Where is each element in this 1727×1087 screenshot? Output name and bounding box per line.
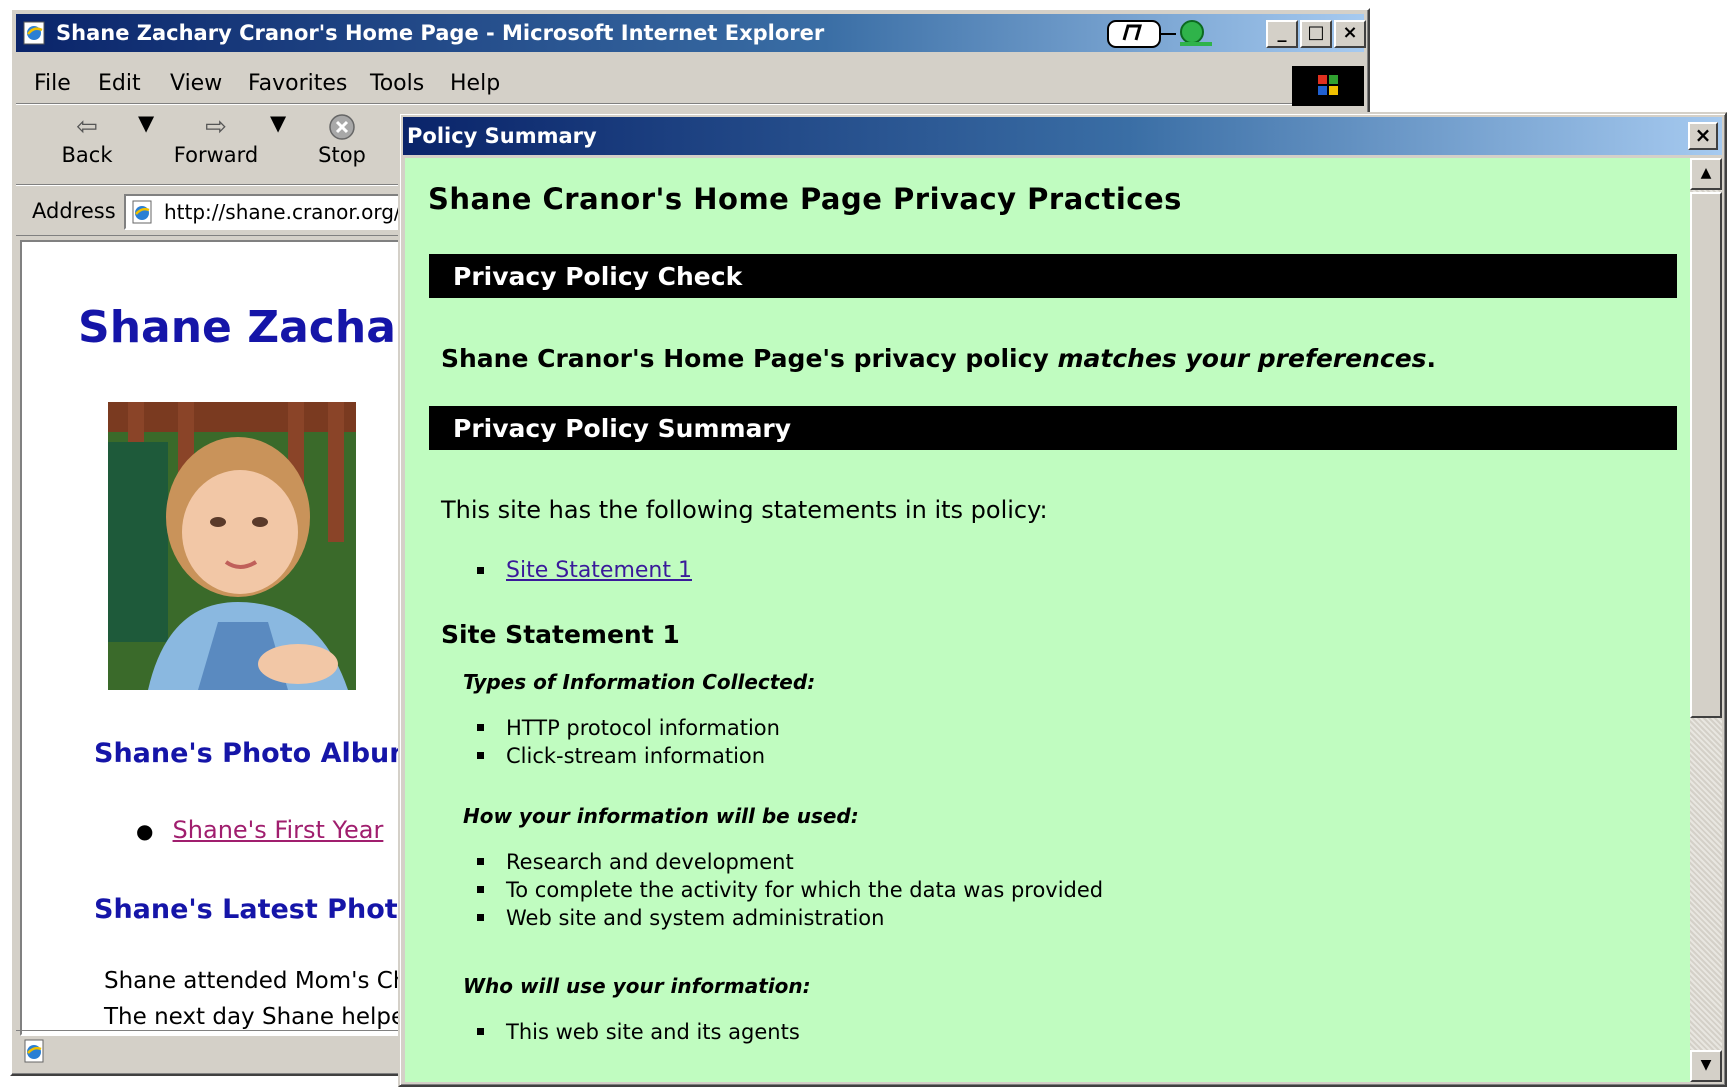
maximize-button[interactable]: □ — [1300, 20, 1332, 48]
policy-match-result: Shane Cranor's Home Page's privacy polic… — [441, 344, 1437, 373]
bullet-icon — [477, 885, 484, 893]
latest-photos-heading: Shane's Latest Photos — [94, 894, 433, 925]
stop-icon — [312, 111, 372, 143]
forward-arrow-icon: ⇨ — [205, 112, 227, 142]
who-heading: Who will use your information: — [463, 974, 811, 998]
windows-flag-icon — [1318, 75, 1338, 95]
scroll-thumb[interactable] — [1690, 192, 1722, 718]
paragraph-line-2: The next day Shane helpe — [104, 1004, 406, 1030]
match-emphasis: matches your preferences — [1057, 344, 1427, 373]
list-item: To complete the activity for which the d… — [477, 878, 1103, 902]
list-item: Web site and system administration — [477, 906, 884, 930]
policy-check-bar: Privacy Policy Check — [429, 254, 1677, 298]
menu-file[interactable]: File — [34, 71, 71, 96]
address-label: Address — [32, 199, 116, 223]
policy-summary-bar: Privacy Policy Summary — [429, 406, 1677, 450]
back-button[interactable]: ⇦ Back — [52, 111, 122, 167]
menu-tools[interactable]: Tools — [370, 71, 424, 96]
list-item: Click-stream information — [477, 744, 765, 768]
policy-content: Shane Cranor's Home Page Privacy Practic… — [405, 158, 1692, 1082]
policy-summary-window: Policy Summary × Shane Cranor's Home Pag… — [398, 112, 1727, 1087]
list-item: Research and development — [477, 850, 794, 874]
statement-list-item: Site Statement 1 — [477, 558, 692, 583]
site-statement-link[interactable]: Site Statement 1 — [506, 558, 692, 583]
forward-button[interactable]: ⇨ Forward — [166, 111, 266, 167]
browser-titlebar[interactable]: Shane Zachary Cranor's Home Page - Micro… — [16, 14, 1366, 52]
list-item: HTTP protocol information — [477, 716, 780, 740]
ie-icon — [23, 21, 45, 45]
scroll-up-arrow-icon[interactable]: ▲ — [1690, 158, 1722, 190]
bullet-icon — [477, 567, 484, 574]
windows-logo — [1292, 66, 1364, 106]
policy-close-button[interactable]: × — [1688, 122, 1718, 150]
back-arrow-icon: ⇦ — [76, 112, 98, 142]
back-dropdown-icon[interactable]: ▼ — [138, 111, 154, 135]
photo-album-heading: Shane's Photo Album — [94, 738, 418, 769]
scroll-down-arrow-icon[interactable]: ▼ — [1690, 1050, 1722, 1082]
use-heading: How your information will be used: — [463, 804, 859, 828]
bullet-icon — [477, 1027, 484, 1035]
menu-edit[interactable]: Edit — [98, 71, 141, 96]
policy-intro: This site has the following statements i… — [441, 496, 1048, 524]
menu-view[interactable]: View — [170, 71, 222, 96]
site-statement-heading: Site Statement 1 — [441, 620, 680, 649]
bullet-icon — [477, 723, 484, 731]
policy-titlebar[interactable]: Policy Summary × — [403, 117, 1722, 155]
types-heading: Types of Information Collected: — [463, 670, 816, 694]
status-page-icon — [24, 1039, 44, 1063]
stop-button[interactable]: Stop — [312, 111, 372, 167]
bullet-icon — [477, 913, 484, 921]
vertical-scrollbar[interactable]: ▲ ▼ — [1690, 158, 1722, 1082]
policy-summary-label: Privacy Policy Summary — [453, 414, 792, 443]
minimize-button[interactable]: _ — [1266, 20, 1298, 48]
menu-bar: File Edit View Favorites Tools Help — [16, 62, 1364, 106]
policy-check-label: Privacy Policy Check — [453, 262, 743, 291]
first-year-link[interactable]: Shane's First Year — [173, 816, 384, 844]
menu-help[interactable]: Help — [450, 71, 500, 96]
forward-dropdown-icon[interactable]: ▼ — [270, 111, 286, 135]
paragraph-line-1: Shane attended Mom's Chr — [104, 968, 417, 994]
address-value: http://shane.cranor.org/ — [164, 200, 401, 224]
browser-title: Shane Zachary Cranor's Home Page - Micro… — [56, 21, 825, 45]
album-list-item: ● Shane's First Year — [136, 816, 383, 844]
privacy-bird-icon[interactable] — [1106, 18, 1226, 50]
menu-favorites[interactable]: Favorites — [248, 71, 347, 96]
list-item: This web site and its agents — [477, 1020, 800, 1044]
close-button[interactable]: × — [1334, 20, 1366, 48]
page-icon — [132, 200, 152, 224]
bullet-icon: ● — [136, 819, 154, 843]
bullet-icon — [477, 857, 484, 865]
child-photo — [108, 402, 356, 690]
bullet-icon — [477, 751, 484, 759]
policy-heading: Shane Cranor's Home Page Privacy Practic… — [428, 182, 1182, 216]
policy-window-title: Policy Summary — [407, 124, 597, 148]
